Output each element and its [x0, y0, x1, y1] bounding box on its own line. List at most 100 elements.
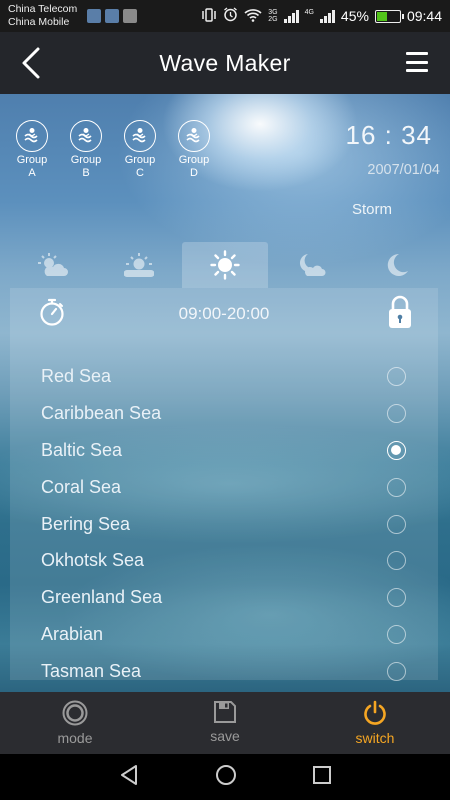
sea-option-coral-sea[interactable]: Coral Sea — [10, 469, 438, 506]
switch-label: switch — [355, 730, 395, 746]
sea-label: Coral Sea — [41, 476, 122, 497]
sea-option-caribbean-sea[interactable]: Caribbean Sea — [10, 395, 438, 432]
sea-radio[interactable] — [387, 551, 406, 571]
sea-label: Greenland Sea — [41, 587, 163, 608]
sea-radio[interactable] — [387, 403, 406, 423]
sea-radio[interactable] — [387, 366, 406, 386]
tab-moon[interactable] — [354, 242, 440, 288]
group-c-button[interactable]: Group C — [122, 120, 158, 180]
battery-percent: 45% — [340, 8, 369, 24]
sunrise-cloud-icon — [38, 253, 68, 276]
save-icon — [214, 701, 236, 723]
group-d-button[interactable]: Group D — [176, 120, 212, 180]
group-b-button[interactable]: Group B — [68, 120, 104, 180]
back-chevron-icon — [22, 47, 40, 79]
nav-recents-icon — [313, 765, 332, 784]
moon-cloud-icon — [299, 254, 326, 276]
nav-back-icon — [120, 764, 137, 785]
nav-recents-button[interactable] — [312, 765, 332, 790]
wifi-icon — [244, 8, 262, 25]
sea-option-arabian[interactable]: Arabian — [10, 616, 438, 653]
clock-time: 16 : 34 — [345, 120, 432, 150]
status-time: 09:44 — [406, 8, 442, 24]
network-type-label: 3G 2G — [268, 9, 277, 23]
network-4g-label: 4G — [305, 9, 314, 23]
save-label: save — [210, 728, 240, 744]
tab-sun[interactable] — [182, 242, 268, 288]
sea-radio[interactable] — [387, 662, 406, 682]
carrier-info: China Telecom China Mobile — [8, 3, 77, 29]
system-nav-bar — [0, 754, 450, 800]
group-c-label: Group C — [124, 154, 156, 179]
lock-icon — [389, 295, 411, 328]
sea-radio[interactable] — [387, 514, 406, 534]
image-notification-icon — [123, 9, 138, 23]
tab-sun-cloud[interactable] — [96, 242, 182, 288]
signal-icon-2 — [319, 9, 335, 23]
group-selector: Group A Group B Group C Group D — [14, 120, 212, 180]
clock-date: 2007/01/04 — [367, 162, 440, 178]
bottom-toolbar: mode save switch — [0, 692, 450, 754]
sea-option-red-sea[interactable]: Red Sea — [10, 358, 438, 395]
wave-group-icon — [178, 120, 210, 152]
carrier-1: China Telecom — [8, 3, 78, 15]
weather-tabs — [10, 242, 440, 288]
weather-mode-label: Storm — [352, 201, 393, 218]
sun-cloud-icon — [124, 253, 154, 277]
sea-label: Red Sea — [41, 365, 112, 386]
sea-option-bering-sea[interactable]: Bering Sea — [10, 506, 438, 543]
battery-fill — [376, 11, 387, 21]
nav-home-icon — [215, 764, 236, 785]
sea-label: Arabian — [41, 624, 104, 645]
sea-label: Bering Sea — [41, 513, 131, 534]
carrier-2: China Mobile — [8, 16, 70, 28]
schedule-header: 09:00-20:00 — [10, 288, 438, 338]
network-type-bottom: 2G — [268, 16, 278, 23]
sun-icon — [210, 250, 240, 280]
alarm-icon — [223, 7, 238, 25]
wave-group-icon — [70, 120, 102, 152]
nav-home-button[interactable] — [215, 764, 237, 791]
mode-button[interactable]: mode — [0, 692, 150, 754]
sea-option-tasman-sea[interactable]: Tasman Sea — [10, 653, 438, 690]
sea-radio[interactable] — [387, 625, 406, 645]
vibrate-icon — [201, 7, 217, 25]
notification-app-icon — [87, 9, 102, 23]
power-icon — [364, 700, 386, 725]
sea-list: Red Sea Caribbean Sea Baltic Sea Coral S… — [10, 358, 438, 690]
group-a-button[interactable]: Group A — [14, 120, 50, 180]
group-a-label: Group A — [16, 154, 48, 179]
switch-button[interactable]: switch — [300, 692, 450, 754]
nav-back-button[interactable] — [118, 764, 140, 791]
wave-group-icon — [124, 120, 156, 152]
tab-moon-cloud[interactable] — [268, 242, 354, 288]
network-4g-text: 4G — [304, 9, 314, 16]
status-bar: China Telecom China Mobile 3G 2G 4G 45% … — [0, 0, 450, 32]
battery-icon — [374, 9, 404, 23]
schedule-panel: 09:00-20:00 Red Sea Caribbean Sea Baltic… — [10, 288, 438, 682]
group-b-label: Group B — [70, 154, 102, 179]
sea-label: Okhotsk Sea — [41, 550, 145, 571]
moon-icon — [387, 253, 408, 276]
time-range[interactable]: 09:00-20:00 — [10, 304, 438, 324]
sea-label: Tasman Sea — [41, 661, 142, 682]
network-type-top: 3G — [268, 9, 278, 16]
sea-option-baltic-sea[interactable]: Baltic Sea — [10, 432, 438, 469]
sea-radio[interactable] — [387, 477, 406, 497]
tab-sunrise-cloud[interactable] — [10, 242, 96, 288]
lock-button[interactable] — [388, 295, 412, 334]
mode-icon — [62, 700, 88, 726]
sea-option-greenland-sea[interactable]: Greenland Sea — [10, 579, 438, 616]
menu-button[interactable] — [406, 52, 428, 72]
sea-radio[interactable] — [387, 588, 406, 608]
mode-label: mode — [57, 730, 93, 746]
sea-radio[interactable] — [387, 440, 406, 460]
sea-label: Caribbean Sea — [41, 402, 162, 423]
sea-option-okhotsk-sea[interactable]: Okhotsk Sea — [10, 542, 438, 579]
page-title: Wave Maker — [159, 49, 291, 76]
usb-icon — [105, 9, 120, 23]
back-button[interactable] — [18, 46, 48, 80]
save-button[interactable]: save — [150, 692, 300, 754]
group-d-label: Group D — [178, 154, 210, 179]
signal-icon-1 — [283, 9, 299, 23]
